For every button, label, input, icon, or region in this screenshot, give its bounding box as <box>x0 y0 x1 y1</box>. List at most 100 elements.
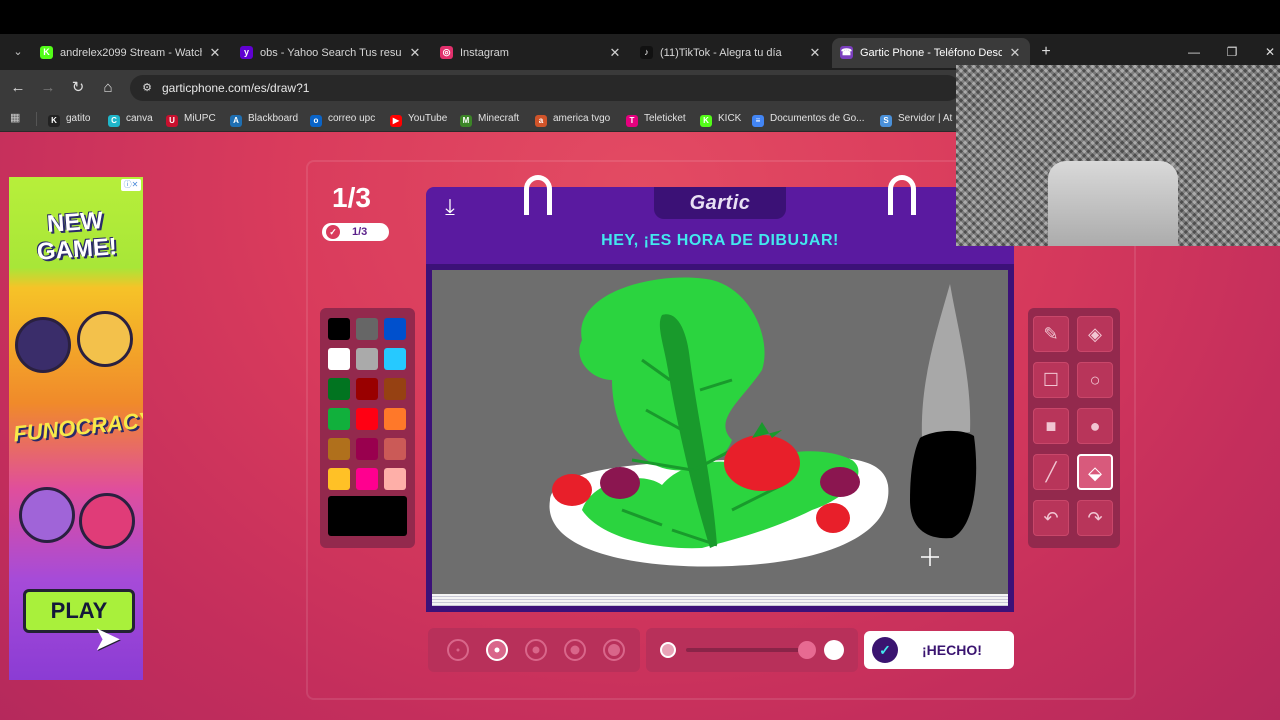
tab-close-icon[interactable]: ✕ <box>1008 38 1022 68</box>
tab-title: obs - Yahoo Search Tus resultad <box>260 47 402 59</box>
color-swatch[interactable] <box>356 438 378 460</box>
download-icon[interactable]: ⤓ <box>438 195 462 219</box>
bookmark-favicon-icon: a <box>535 115 547 127</box>
bookmark-label: YouTube <box>408 113 448 124</box>
tab-favicon-icon: ♪ <box>640 46 653 59</box>
color-swatch[interactable] <box>384 438 406 460</box>
color-swatch[interactable] <box>328 438 350 460</box>
color-swatch[interactable] <box>328 348 350 370</box>
reload-icon[interactable]: ↻ <box>68 78 88 98</box>
bookmark-label: correo upc <box>328 113 376 124</box>
undo-tool[interactable]: ↶ <box>1033 500 1069 536</box>
bookmark-item[interactable]: M Minecraft <box>460 110 519 128</box>
bookmark-item[interactable]: Kgatito <box>48 110 90 128</box>
bookmark-item[interactable]: ≡ Documentos de Go... <box>752 110 865 128</box>
back-icon[interactable]: ← <box>8 78 28 98</box>
home-icon[interactable]: ⌂ <box>98 78 118 98</box>
color-swatch[interactable] <box>328 408 350 430</box>
color-swatch[interactable] <box>328 378 350 400</box>
board-header: ⤓ Gartic HEY, ¡ES HORA DE DIBUJAR! <box>426 175 1014 267</box>
bookmark-item[interactable]: U MiUPC <box>166 110 216 128</box>
brush-size-dot <box>494 647 500 653</box>
tab-2[interactable]: y obs - Yahoo Search Tus resultad ✕ <box>232 38 430 68</box>
tab-title: Instagram <box>460 47 509 59</box>
opacity-slider[interactable] <box>646 628 858 672</box>
pencil-tool[interactable]: ✎ <box>1033 316 1069 352</box>
pointer-cursor-icon: ➤ <box>93 620 122 658</box>
brush-size-option[interactable] <box>447 639 469 661</box>
tab-favicon-icon: y <box>240 46 253 59</box>
bookmark-item[interactable]: ▶ YouTube <box>390 110 447 128</box>
minimize-icon[interactable]: — <box>1182 42 1206 62</box>
eraser-tool[interactable]: ◈ <box>1077 316 1113 352</box>
color-swatch[interactable] <box>356 318 378 340</box>
ad-info-icon[interactable]: ⓘ✕ <box>121 179 141 191</box>
tab-favicon-icon: K <box>40 46 53 59</box>
tab-5[interactable]: ☎ Gartic Phone - Teléfono Descon ✕ <box>832 38 1030 68</box>
bookmark-item[interactable]: S Servidor | At <box>880 110 952 128</box>
line-tool[interactable]: ╱ <box>1033 454 1069 490</box>
round-badge-label: 1/3 <box>352 226 368 238</box>
tab-close-icon[interactable]: ✕ <box>808 38 822 68</box>
bookmark-favicon-icon: T <box>626 115 638 127</box>
new-tab-button[interactable]: + <box>1036 42 1056 62</box>
tab-3[interactable]: ◎ Instagram ✕ <box>432 38 630 68</box>
bookmark-item[interactable]: a america tvgo <box>535 110 610 128</box>
color-swatch[interactable] <box>328 468 350 490</box>
brush-size-option[interactable] <box>486 639 508 661</box>
rectangle-outline-tool[interactable]: ☐ <box>1033 362 1069 398</box>
tab-close-icon[interactable]: ✕ <box>208 38 222 68</box>
forward-icon[interactable]: → <box>38 78 58 98</box>
color-swatch[interactable] <box>328 318 350 340</box>
url-text: garticphone.com/es/draw?1 <box>162 81 310 95</box>
done-button[interactable]: ✓ ¡HECHO! <box>864 631 1014 669</box>
color-swatch[interactable] <box>356 468 378 490</box>
round-counter: 1/3 <box>332 182 371 213</box>
ellipse-fill-tool[interactable]: ● <box>1077 408 1113 444</box>
brush-size-option[interactable] <box>564 639 586 661</box>
color-swatch[interactable] <box>356 408 378 430</box>
tab-title: andrelex2099 Stream - Watch Li <box>60 47 202 59</box>
color-swatch[interactable] <box>356 348 378 370</box>
restore-icon[interactable]: ❐ <box>1220 42 1244 62</box>
bookmark-item[interactable]: A Blackboard <box>230 110 298 128</box>
color-swatch[interactable] <box>384 348 406 370</box>
letterbox-top <box>0 0 1280 34</box>
side-advertisement[interactable]: ⓘ✕ NEW GAME! FUNOCRACY PLAY ➤ <box>9 177 143 680</box>
bookmark-item[interactable]: T Teleticket <box>626 110 686 128</box>
redo-tool[interactable]: ↷ <box>1077 500 1113 536</box>
drawing-canvas[interactable] <box>432 270 1008 594</box>
brush-size-option[interactable] <box>603 639 625 661</box>
opacity-handle[interactable] <box>798 641 816 659</box>
opacity-track[interactable] <box>686 648 808 652</box>
color-swatch[interactable] <box>384 378 406 400</box>
bucket-fill-tool[interactable]: ⬙ <box>1077 454 1113 490</box>
color-swatch[interactable] <box>384 468 406 490</box>
bookmark-item[interactable]: Ccanva <box>108 110 153 128</box>
tab-close-icon[interactable]: ✕ <box>408 38 422 68</box>
color-swatch[interactable] <box>384 408 406 430</box>
tab-search-icon[interactable]: ⌄ <box>8 42 28 62</box>
tab-4[interactable]: ♪ (11)TikTok - Alegra tu día ✕ <box>632 38 830 68</box>
color-swatch[interactable] <box>356 378 378 400</box>
angry-emoji-icon <box>79 493 135 549</box>
bookmark-favicon-icon: ▶ <box>390 115 402 127</box>
brush-size-option[interactable] <box>525 639 547 661</box>
site-info-icon[interactable]: ⚙ <box>140 81 154 95</box>
window-close-icon[interactable]: ✕ <box>1258 42 1280 62</box>
bookmark-item[interactable]: o correo upc <box>310 110 375 128</box>
bookmark-item[interactable]: K KICK <box>700 110 741 128</box>
url-field[interactable]: ⚙ garticphone.com/es/draw?1 <box>130 75 960 101</box>
apps-grid-icon[interactable]: ▦ <box>10 111 24 125</box>
tab-1[interactable]: Kandrelex2099 Stream - Watch Li ✕ <box>32 38 230 68</box>
board-frame <box>426 264 1014 612</box>
bearded-character-icon <box>19 487 75 543</box>
check-badge-icon: ✓ <box>872 637 898 663</box>
blonde-character-icon <box>77 311 133 367</box>
color-swatch[interactable] <box>384 318 406 340</box>
ellipse-outline-tool[interactable]: ○ <box>1077 362 1113 398</box>
bookmark-label: Servidor | At <box>898 113 953 124</box>
tab-close-icon[interactable]: ✕ <box>608 38 622 68</box>
rectangle-fill-tool[interactable]: ■ <box>1033 408 1069 444</box>
draw-prompt: HEY, ¡ES HORA DE DIBUJAR! <box>601 232 839 249</box>
